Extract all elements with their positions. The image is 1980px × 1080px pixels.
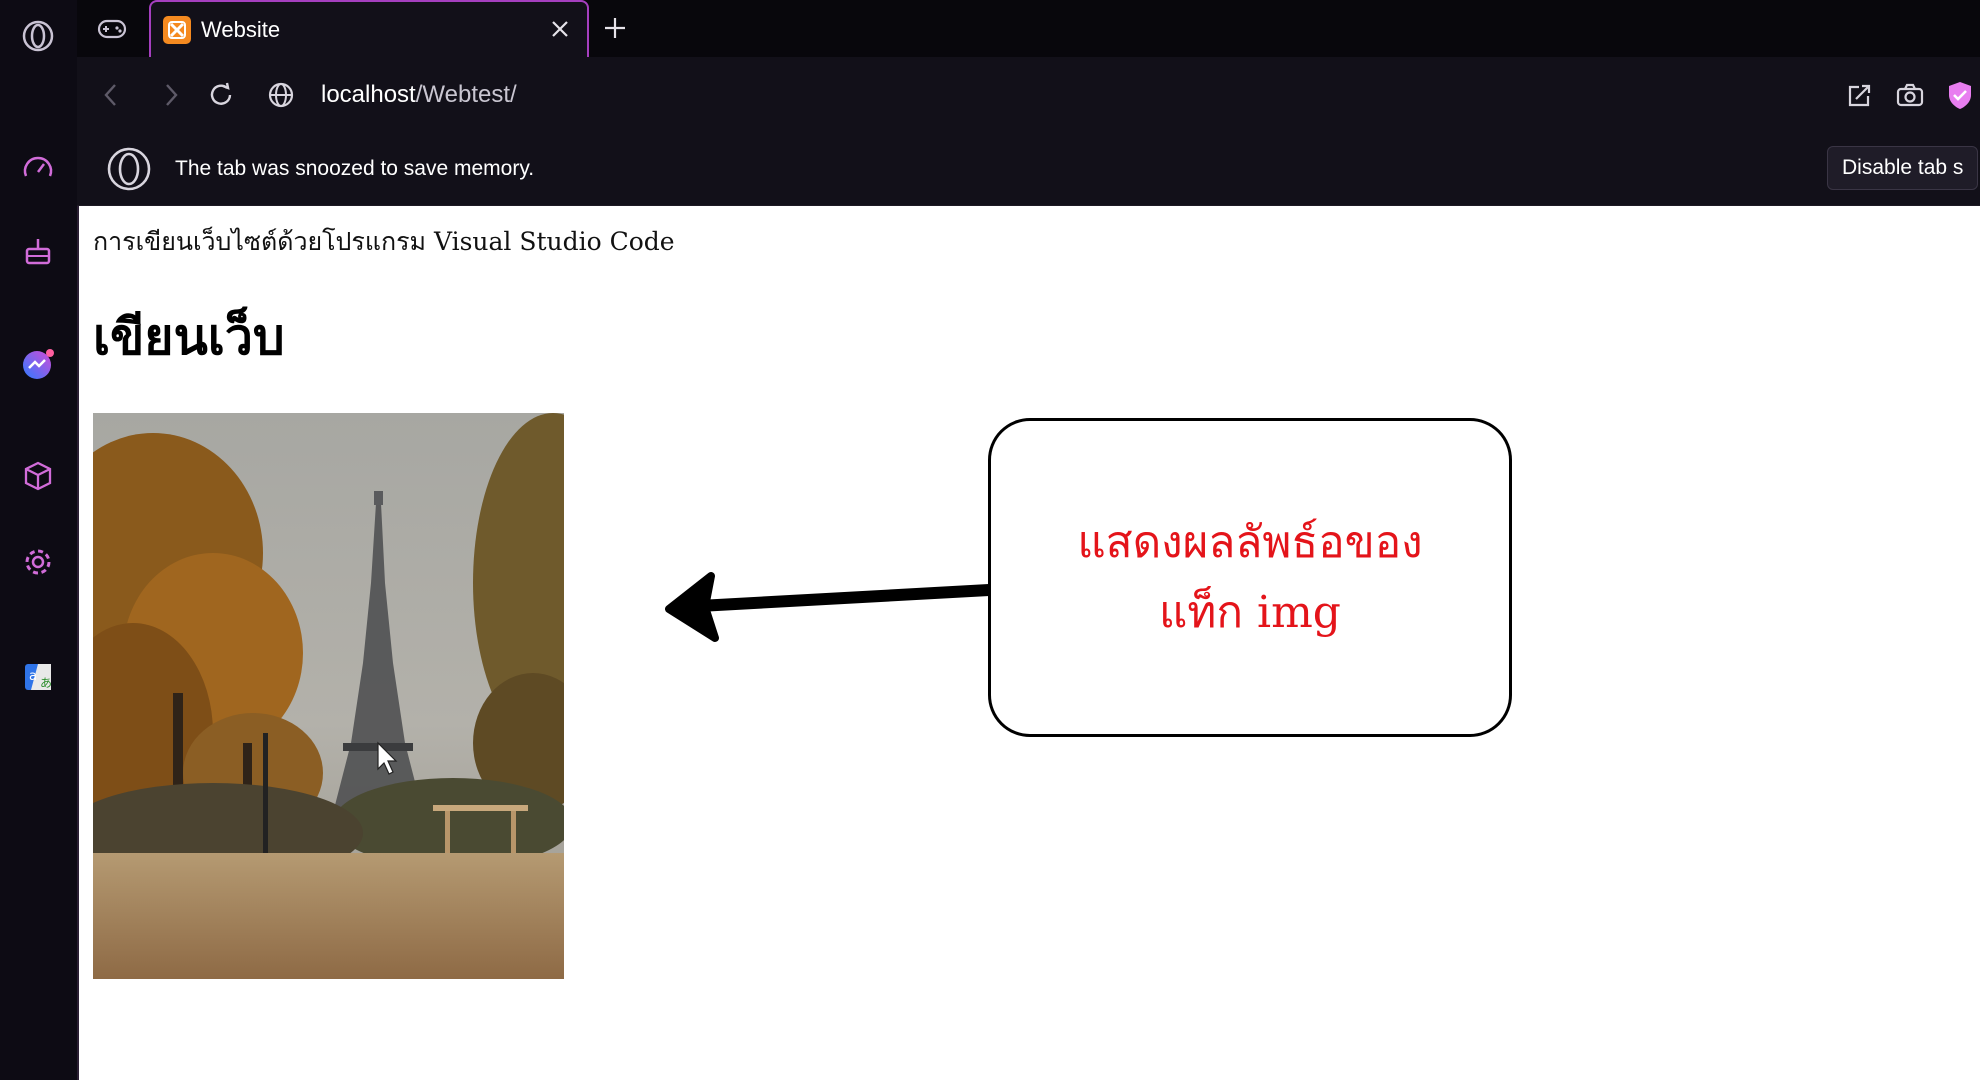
page-heading: เขียนเว็บ [93,308,285,366]
url-field[interactable]: localhost/Webtest/ [321,81,517,109]
reload-icon[interactable] [201,75,241,115]
sidebar: aあ [0,0,79,1080]
back-icon[interactable] [91,75,131,115]
annotation-arrow [665,572,995,642]
url-host: localhost [321,81,416,108]
translate-icon[interactable]: aあ [16,655,60,699]
tab-bar: Website [77,0,1980,57]
tab-website[interactable]: Website [149,0,589,57]
page-subtitle: การเขียนเว็บไซต์ด้วยโปรแกรม Visual Studi… [93,227,675,256]
svg-text:a: a [29,669,37,684]
xampp-favicon-icon [163,15,191,44]
cube-icon[interactable] [16,454,60,498]
annotation-line-2: แท็ก img [1159,586,1341,638]
messenger-icon[interactable] [16,342,60,386]
shield-icon[interactable] [1940,75,1980,115]
opera-logo-icon[interactable] [16,14,60,58]
eiffel-tower-image [93,413,564,979]
annotation-callout: แสดงผลลัพธ์อของ แท็ก img [988,418,1512,737]
close-tab-icon[interactable] [547,16,573,42]
share-icon[interactable] [1840,75,1880,115]
speed-dial-icon[interactable] [16,147,60,191]
gamepad-icon[interactable] [77,0,147,57]
disable-tab-snooze-button[interactable]: Disable tab s [1827,146,1979,190]
camera-icon[interactable] [1890,75,1930,115]
tab-title: Website [201,16,281,42]
web-page-content: การเขียนเว็บไซต์ด้วยโปรแกรม Visual Studi… [79,206,1980,1080]
url-path: /Webtest/ [415,81,517,108]
settings-icon[interactable] [16,540,60,584]
snooze-notification-bar: The tab was snoozed to save memory. Disa… [77,133,1980,206]
opera-logo-icon [107,147,151,191]
snooze-message: The tab was snoozed to save memory. [175,157,535,180]
svg-text:あ: あ [40,676,52,690]
globe-icon[interactable] [261,75,301,115]
forward-icon[interactable] [151,75,191,115]
annotation-line-1: แสดงผลลัพธ์อของ [1077,516,1423,568]
new-tab-icon[interactable] [597,10,633,46]
cleaner-icon[interactable] [16,230,60,274]
address-bar: localhost/Webtest/ [77,57,1980,133]
